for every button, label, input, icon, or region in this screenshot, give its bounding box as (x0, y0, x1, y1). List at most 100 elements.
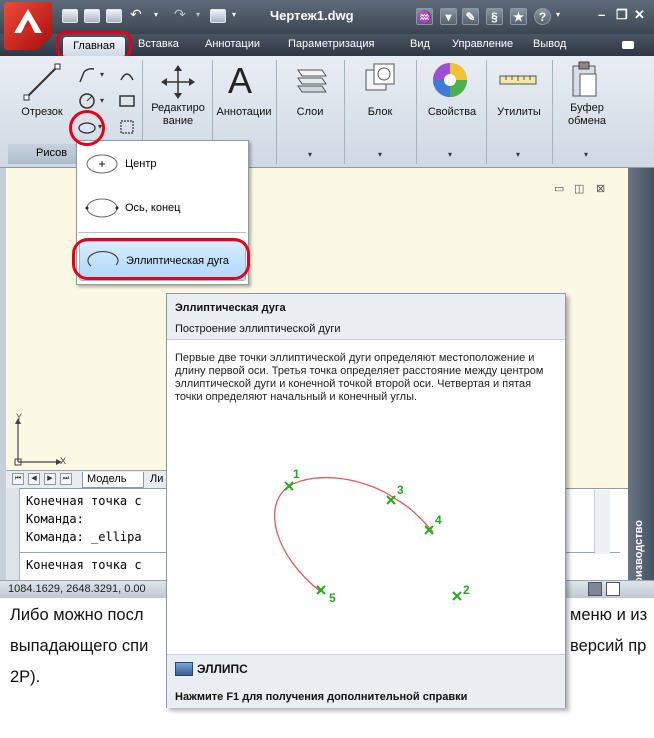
print-icon[interactable] (210, 9, 226, 23)
autocad-logo-button[interactable] (4, 2, 52, 50)
ucs-x-label: X (60, 456, 67, 466)
text-tool-icon[interactable]: A (228, 60, 252, 102)
tab-manage[interactable]: Управление (452, 38, 513, 54)
article-text: Либо можно посл (10, 606, 144, 624)
clean-screen-icon[interactable] (606, 582, 620, 596)
tooltip-description: Первые две точки эллиптической дуги опре… (175, 352, 544, 403)
tool-palette-bar[interactable] (628, 168, 654, 580)
command-input[interactable]: Конечная точка с (26, 558, 142, 572)
polyline-dropdown-icon[interactable]: ▾ (100, 70, 104, 79)
command-scrollbar[interactable] (594, 490, 610, 554)
command-icon (175, 662, 193, 676)
block-icon[interactable] (362, 62, 398, 98)
clipboard-icon[interactable] (570, 60, 600, 100)
minimize-button[interactable]: – (598, 7, 605, 22)
next-layout-button[interactable]: ▶ (44, 473, 56, 485)
help-icon[interactable]: ? (534, 8, 551, 25)
tab-output[interactable]: Вывод (533, 38, 566, 54)
article-text: меню и из (570, 606, 648, 624)
ellipse-button-highlight (69, 110, 105, 146)
tab-parametric[interactable]: Параметризация (288, 38, 374, 54)
undo-dropdown-icon[interactable]: ▾ (154, 10, 158, 19)
point-label: 4 (435, 513, 442, 527)
line-tool-label: Отрезок (21, 106, 63, 118)
clipboard-panel-label: Буфер обмена (567, 102, 607, 127)
panel-separator (416, 60, 417, 164)
last-layout-button[interactable]: ⏭ (60, 473, 72, 485)
restore-button[interactable]: ❐ (616, 7, 628, 23)
search-dropdown-icon[interactable]: ▾ (440, 8, 457, 25)
viewport-restore-icon[interactable]: ◫ (574, 182, 584, 195)
window-title: Чертеж1.dwg (270, 8, 354, 23)
move-tool-icon[interactable] (160, 64, 196, 100)
elliptical-arc-illustration: 1 2 3 4 5 (274, 467, 470, 605)
viewport-minimize-icon[interactable]: ▭ (554, 182, 564, 195)
article-text: 2P). (10, 668, 41, 686)
tooltip: Эллиптическая дуга Построение эллиптичес… (166, 293, 566, 708)
tab-insert[interactable]: Вставка (138, 38, 179, 54)
dropdown-item-label: Ось, конец (125, 202, 181, 214)
first-layout-button[interactable]: ⏮ (12, 473, 24, 485)
ellipse-axis-end-icon (85, 198, 119, 218)
tab-annotate[interactable]: Аннотации (205, 38, 260, 54)
elliptical-arc-highlight (72, 238, 250, 280)
tab-home-highlight (56, 31, 132, 59)
dropdown-item-axis-end[interactable]: Ось, конец (79, 189, 246, 229)
ellipse-center-icon (86, 154, 118, 174)
save-icon[interactable] (106, 9, 122, 23)
dropdown-separator (78, 232, 246, 233)
block-panel-label: Блок (367, 106, 393, 118)
circle-dropdown-icon[interactable]: ▾ (100, 96, 104, 105)
open-file-icon[interactable] (84, 9, 100, 23)
properties-dropdown-icon[interactable]: ▾ (448, 150, 452, 159)
redo-icon[interactable]: ↷ (174, 6, 186, 23)
draw-panel-title: Рисов (36, 147, 68, 159)
layers-panel-label: Слои (296, 106, 324, 118)
coordinate-readout[interactable]: 1084.1629, 2648.3291, 0.00 (8, 583, 146, 595)
undo-icon[interactable]: ↶ (130, 6, 142, 23)
command-history-line: Команда: (26, 512, 84, 526)
tab-model[interactable]: Модель (82, 472, 144, 488)
line-tool-icon[interactable] (22, 62, 62, 102)
wrench-icon[interactable]: ✎ (462, 8, 479, 25)
measure-icon[interactable] (498, 70, 538, 90)
circle-tool-icon[interactable] (78, 92, 96, 110)
arc-tool-icon[interactable] (118, 66, 136, 84)
tooltip-command-name: ЭЛЛИПС (197, 662, 248, 676)
subscription-icon[interactable]: § (486, 8, 503, 25)
article-text: выпадающего спи (10, 637, 149, 655)
layers-dropdown-icon[interactable]: ▾ (308, 150, 312, 159)
favorites-star-icon[interactable]: ★ (510, 8, 527, 25)
print-dropdown-icon[interactable]: ▾ (232, 10, 236, 19)
point-label: 2 (463, 583, 470, 597)
prev-layout-button[interactable]: ◀ (28, 473, 40, 485)
utilities-panel-label: Утилиты (497, 106, 541, 118)
binoculars-icon[interactable]: ♒ (416, 8, 433, 25)
article-text: версий пр (570, 637, 647, 655)
tooltip-title: Эллиптическая дуга (175, 302, 286, 314)
polyline-icon[interactable] (78, 66, 96, 84)
clipboard-dropdown-icon[interactable]: ▾ (584, 150, 588, 159)
tool-palette-title: Палитры инструментов - Производство (633, 520, 645, 738)
tooltip-help-hint: Нажмите F1 для получения дополнительной … (175, 691, 468, 703)
dropdown-item-center[interactable]: Центр (79, 145, 246, 185)
viewport-close-icon[interactable]: ⊠ (596, 182, 605, 195)
point-label: 1 (293, 467, 300, 481)
help-dropdown-icon[interactable]: ▾ (556, 10, 560, 19)
ribbon-minimize-icon[interactable] (622, 41, 634, 49)
workspace-icon[interactable] (588, 582, 602, 596)
utilities-dropdown-icon[interactable]: ▾ (516, 150, 520, 159)
properties-panel-label: Свойства (427, 106, 477, 118)
layers-icon[interactable] (292, 62, 328, 98)
close-button[interactable]: ✕ (634, 7, 645, 23)
hatch-tool-icon[interactable] (118, 118, 136, 136)
rectangle-tool-icon[interactable] (118, 92, 136, 110)
tooltip-subtitle: Построение эллиптической дуги (175, 323, 341, 335)
block-dropdown-icon[interactable]: ▾ (378, 150, 382, 159)
command-line-handle[interactable] (6, 488, 20, 580)
tab-view[interactable]: Вид (410, 38, 430, 54)
redo-dropdown-icon[interactable]: ▾ (196, 10, 200, 19)
new-file-icon[interactable] (62, 9, 78, 23)
properties-color-wheel-icon[interactable] (430, 60, 470, 100)
modify-panel-label: Редактиро вание (151, 102, 205, 127)
